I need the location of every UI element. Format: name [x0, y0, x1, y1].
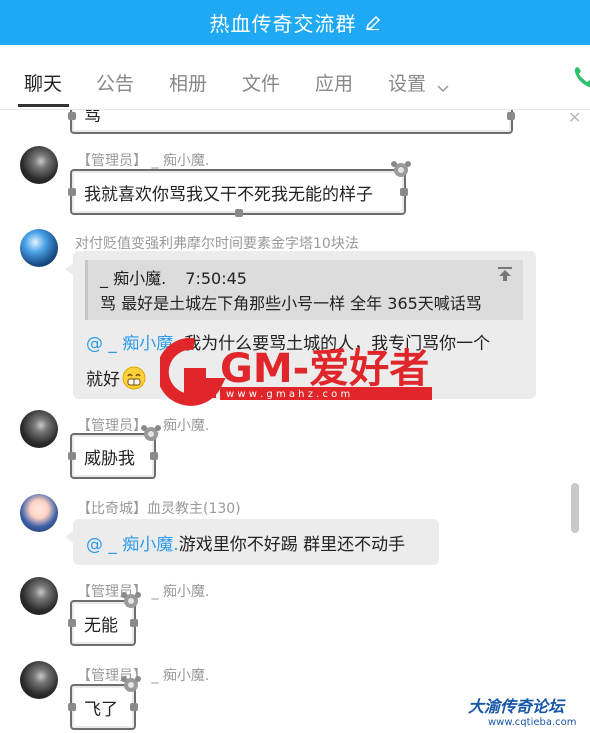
message-text: 骂 — [84, 110, 101, 126]
quote-text: 骂 最好是土城左下角那些小号一样 全年 365天喊话骂 — [100, 294, 482, 313]
ornament-icon — [121, 592, 141, 608]
avatar[interactable] — [20, 661, 58, 699]
avatar[interactable] — [20, 229, 58, 267]
ornament-icon — [391, 161, 411, 177]
arrow-up-to-top-icon[interactable] — [497, 266, 513, 286]
sender-name: 【管理员】 _ 痴小魔. — [77, 668, 210, 684]
chat-area[interactable]: 骂 ✕ 【管理员】 _ 痴小魔. 我就喜欢你骂我又干不死我无能的样子 对付贬值变… — [0, 110, 590, 733]
message-bubble-partial: 骂 — [68, 110, 515, 134]
message-bubble: @ _ 痴小魔. 游戏里你不好踢 群里还不动手 — [65, 519, 439, 565]
sender-name: 对付贬值变强利弗摩尔时间要素金字塔10块法 — [75, 236, 359, 252]
ornament-icon — [141, 425, 161, 441]
quote-time: 7:50:45 — [185, 269, 247, 288]
message-text: 无能 — [84, 615, 118, 636]
message-text: 我为什么要骂土城的人，我专门骂你一个 — [178, 334, 491, 354]
message-text: 飞了 — [84, 699, 118, 720]
chat-scrollbar[interactable] — [571, 483, 579, 533]
tab-bar: 聊天 公告 相册 文件 应用 设置 — [0, 45, 590, 110]
message-bubble: 飞了 — [68, 676, 141, 730]
tab-settings[interactable]: 设置 — [388, 69, 426, 96]
message-text: 我就喜欢你骂我又干不死我无能的样子 — [84, 184, 373, 205]
active-tab-indicator — [18, 104, 69, 107]
message-bubble: 我就喜欢你骂我又干不死我无能的样子 — [68, 161, 411, 217]
message-text: 游戏里你不好踢 群里还不动手 — [178, 534, 406, 555]
message-text: 威胁我 — [84, 448, 135, 469]
message-bubble: _ 痴小魔. 7:50:45 骂 最好是土城左下角那些小号一样 全年 365天喊… — [65, 251, 536, 399]
sender-name: 【管理员】 _ 痴小魔. — [77, 584, 210, 600]
sender-name: 【比奇城】血灵教主(130) — [77, 501, 241, 517]
forum-url: www.cqtieba.com — [488, 717, 577, 728]
grin-face-icon — [122, 366, 146, 390]
message-text: 就好 — [86, 370, 120, 390]
pencil-icon[interactable] — [365, 15, 381, 31]
avatar[interactable] — [20, 410, 58, 448]
tab-chat[interactable]: 聊天 — [24, 69, 62, 96]
chevron-down-icon[interactable] — [437, 78, 449, 97]
avatar[interactable] — [20, 494, 58, 532]
title-bar: 热血传奇交流群 — [0, 0, 590, 45]
mention-link[interactable]: @ _ 痴小魔. — [86, 334, 179, 354]
avatar[interactable] — [20, 577, 58, 615]
quoted-message[interactable]: _ 痴小魔. 7:50:45 骂 最好是土城左下角那些小号一样 全年 365天喊… — [85, 260, 523, 320]
avatar[interactable] — [20, 146, 58, 184]
mention-link[interactable]: @ _ 痴小魔. — [86, 530, 179, 555]
phone-icon[interactable] — [573, 65, 590, 93]
sender-name: 【管理员】 _ 痴小魔. — [77, 153, 210, 169]
message-bubble: 威胁我 — [68, 425, 161, 479]
close-icon[interactable]: ✕ — [568, 110, 581, 127]
tab-files[interactable]: 文件 — [242, 69, 280, 96]
tab-apps[interactable]: 应用 — [315, 69, 353, 96]
tab-album[interactable]: 相册 — [169, 69, 207, 96]
message-bubble: 无能 — [68, 592, 141, 646]
group-title: 热血传奇交流群 — [209, 12, 357, 36]
tab-announcements[interactable]: 公告 — [96, 69, 134, 96]
quote-author: _ 痴小魔. — [100, 269, 167, 288]
ornament-icon — [121, 676, 141, 692]
forum-brand: 大渝传奇论坛 — [468, 697, 565, 716]
